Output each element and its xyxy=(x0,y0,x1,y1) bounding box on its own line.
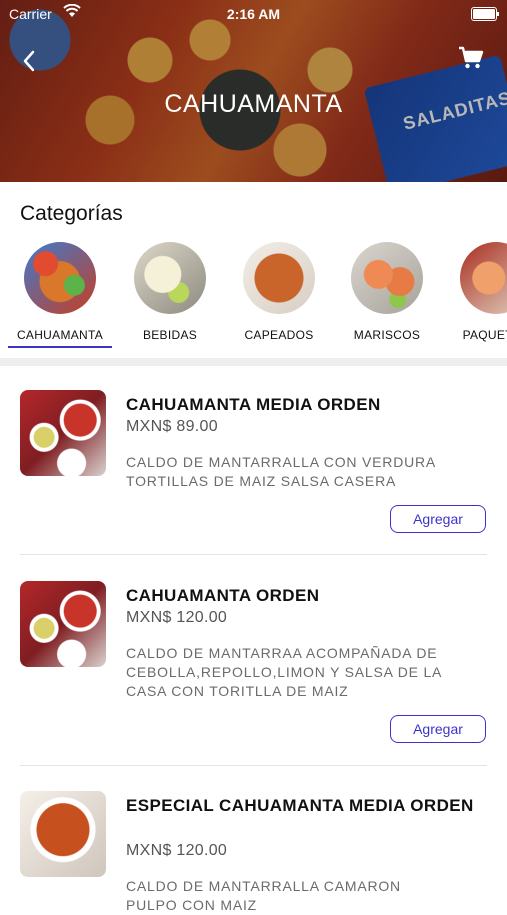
category-cahuamanta[interactable]: CAHUAMANTA xyxy=(5,242,115,348)
product-price: MXN$ 89.00 xyxy=(126,418,218,435)
category-image xyxy=(134,242,206,314)
categories-section: Categorías CAHUAMANTA BEBIDAS CAPEADOS M… xyxy=(0,182,507,358)
product-description: CALDO DE MANTARRAA ACOMPAÑADA DE CEBOLLA… xyxy=(126,645,442,699)
product-name: CAHUAMANTA ORDEN xyxy=(126,586,320,605)
product-description: CALDO DE MANTARRALLA CON VERDURA TORTILL… xyxy=(126,454,436,489)
product-price: MXN$ 120.00 xyxy=(126,609,228,626)
product-image xyxy=(20,791,106,877)
category-label: CAPEADOS xyxy=(244,328,314,342)
selected-indicator xyxy=(8,346,112,348)
page-title: CAHUAMANTA xyxy=(164,90,343,118)
category-image xyxy=(460,242,507,314)
category-paquetes[interactable]: PAQUETES xyxy=(441,242,507,342)
status-bar: Carrier 2:16 AM xyxy=(0,0,507,28)
category-mariscos[interactable]: MARISCOS xyxy=(332,242,442,342)
category-label: CAHUAMANTA xyxy=(16,328,104,342)
category-label: MARISCOS xyxy=(353,328,421,342)
product-description: CALDO DE MANTARRALLA CAMARON PULPO CON M… xyxy=(126,878,401,913)
list-separator xyxy=(20,554,487,555)
list-item[interactable]: CAHUAMANTA MEDIA ORDEN MXN$ 89.00 CALDO … xyxy=(0,366,507,556)
section-divider xyxy=(0,358,507,366)
product-price: MXN$ 120.00 xyxy=(126,842,228,859)
add-button[interactable]: Agregar xyxy=(390,715,486,743)
category-bebidas[interactable]: BEBIDAS xyxy=(115,242,225,342)
chevron-left-icon xyxy=(23,50,35,72)
battery-icon xyxy=(471,7,499,21)
category-label: PAQUETES xyxy=(462,328,507,342)
add-button[interactable]: Agregar xyxy=(390,505,486,533)
clock: 2:16 AM xyxy=(226,6,281,22)
product-name: CAHUAMANTA MEDIA ORDEN xyxy=(126,395,381,414)
product-image xyxy=(20,390,106,476)
category-image xyxy=(243,242,315,314)
category-capeados[interactable]: CAPEADOS xyxy=(224,242,334,342)
category-label: BEBIDAS xyxy=(142,328,198,342)
list-item[interactable]: ESPECIAL CAHUAMANTA MEDIA ORDEN MXN$ 120… xyxy=(0,767,507,913)
category-image xyxy=(24,242,96,314)
cart-button[interactable] xyxy=(458,46,486,74)
list-item[interactable]: CAHUAMANTA ORDEN MXN$ 120.00 CALDO DE MA… xyxy=(0,557,507,767)
product-image xyxy=(20,581,106,667)
list-separator xyxy=(20,765,487,766)
category-image xyxy=(351,242,423,314)
cart-icon xyxy=(459,46,484,69)
category-carousel[interactable]: CAHUAMANTA BEBIDAS CAPEADOS MARISCOS PAQ… xyxy=(0,242,507,352)
back-button[interactable] xyxy=(22,46,52,76)
categories-heading: Categorías xyxy=(20,202,123,225)
product-name: ESPECIAL CAHUAMANTA MEDIA ORDEN xyxy=(126,796,474,815)
